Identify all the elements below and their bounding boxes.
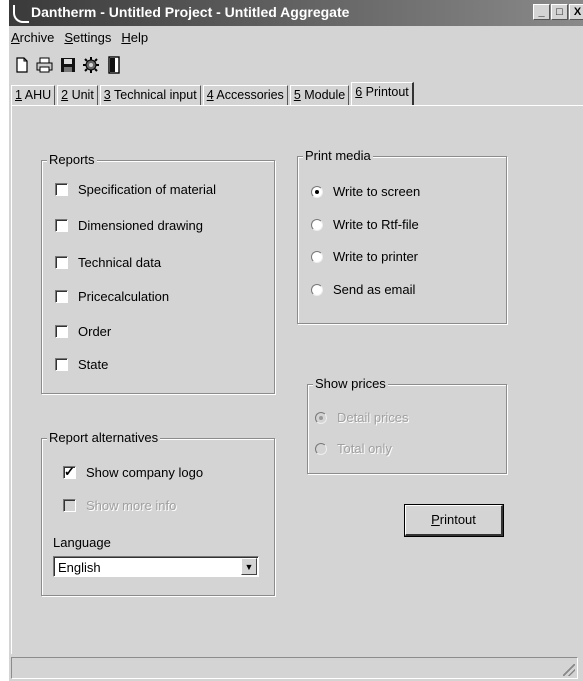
title-bar[interactable]: Dantherm - Untitled Project - Untitled A… xyxy=(9,0,583,26)
report-state[interactable]: State xyxy=(55,357,108,372)
radio-label: Send as email xyxy=(333,282,416,297)
checkbox[interactable] xyxy=(63,464,76,480)
print-media-group: Print media xyxy=(297,148,507,324)
new-document-icon[interactable] xyxy=(11,54,33,76)
show-prices-detail-prices[interactable]: Detail prices xyxy=(315,410,409,425)
checkbox[interactable] xyxy=(55,219,68,232)
close-button[interactable]: X xyxy=(569,4,583,20)
tab-ahu[interactable]: 1 AHU xyxy=(11,85,56,105)
language-label: Language xyxy=(53,535,111,550)
report-specification-of-material[interactable]: Specification of material xyxy=(55,182,216,197)
print-media-write-to-rtf-file[interactable]: Write to Rtf-file xyxy=(311,217,419,232)
dropdown-arrow-icon[interactable]: ▼ xyxy=(241,558,257,575)
radio-button[interactable] xyxy=(315,411,327,424)
print-media-group-title: Print media xyxy=(303,148,373,163)
checkbox[interactable] xyxy=(55,290,68,303)
radio-label: Total only xyxy=(337,441,392,456)
application-window: Dantherm - Untitled Project - Untitled A… xyxy=(8,0,583,681)
report-pricecalculation[interactable]: Pricecalculation xyxy=(55,289,169,304)
settings-gear-icon[interactable] xyxy=(80,54,102,76)
checkbox-label: Specification of material xyxy=(78,182,217,197)
menu-archive[interactable]: Archive xyxy=(11,30,54,50)
checkbox-label: Show company logo xyxy=(86,465,204,480)
checkbox[interactable] xyxy=(55,256,68,269)
show-company-logo-option[interactable]: Show company logo xyxy=(63,464,204,480)
report-alternatives-group-title: Report alternatives xyxy=(47,430,161,445)
printout-button[interactable]: Printout xyxy=(404,504,504,537)
report-order[interactable]: Order xyxy=(55,324,111,339)
tab-accessories[interactable]: 4 Accessories xyxy=(202,85,288,105)
language-select[interactable]: English ▼ xyxy=(53,556,259,577)
radio-button[interactable] xyxy=(311,250,323,263)
report-technical-data[interactable]: Technical data xyxy=(55,255,161,270)
show-more-info-option[interactable]: Show more info xyxy=(63,498,176,513)
show-prices-group-title: Show prices xyxy=(313,376,388,391)
radio-button[interactable] xyxy=(311,283,323,296)
report-dimensioned-drawing[interactable]: Dimensioned drawing xyxy=(55,218,203,233)
menu-help[interactable]: Help xyxy=(121,30,148,50)
status-bar xyxy=(11,657,578,679)
menu-bar: Archive Settings Help xyxy=(11,30,158,50)
checkbox-label: Dimensioned drawing xyxy=(78,218,204,233)
radio-label: Write to Rtf-file xyxy=(333,217,419,232)
reports-group-title: Reports xyxy=(47,152,97,167)
checkbox-label: State xyxy=(78,357,109,372)
maximize-button[interactable]: □ xyxy=(551,4,568,20)
checkbox-label: Technical data xyxy=(78,255,162,270)
radio-label: Write to printer xyxy=(333,249,419,264)
checkbox-label: Show more info xyxy=(86,498,177,513)
tab-printout[interactable]: 6 Printout xyxy=(351,82,414,105)
show-prices-group: Show prices xyxy=(307,376,507,474)
window-title: Dantherm - Untitled Project - Untitled A… xyxy=(31,4,350,20)
radio-label: Write to screen xyxy=(333,184,421,199)
checkbox[interactable] xyxy=(55,325,68,338)
radio-button[interactable] xyxy=(311,218,323,231)
print-media-write-to-screen[interactable]: Write to screen xyxy=(311,184,420,199)
menu-settings[interactable]: Settings xyxy=(64,30,111,50)
resize-grip-icon[interactable] xyxy=(563,664,575,676)
save-icon[interactable] xyxy=(57,54,79,76)
radio-button[interactable] xyxy=(311,185,323,198)
language-select-value: English xyxy=(58,560,101,575)
exit-door-icon[interactable] xyxy=(103,54,125,76)
checkbox[interactable] xyxy=(55,183,68,196)
checkbox[interactable] xyxy=(55,358,68,371)
print-preview-icon[interactable] xyxy=(34,54,56,76)
checkbox-label: Pricecalculation xyxy=(78,289,170,304)
print-media-write-to-printer[interactable]: Write to printer xyxy=(311,249,418,264)
toolbar xyxy=(11,53,126,77)
radio-button[interactable] xyxy=(315,442,327,455)
tab-technical-input[interactable]: 3 Technical input xyxy=(99,85,201,105)
tab-module[interactable]: 5 Module xyxy=(289,85,350,105)
app-icon xyxy=(13,5,29,23)
minimize-button[interactable]: _ xyxy=(533,4,550,20)
tab-unit[interactable]: 2 Unit xyxy=(57,85,98,105)
checkbox[interactable] xyxy=(63,499,76,512)
checkbox-label: Order xyxy=(78,324,112,339)
print-media-send-as-email[interactable]: Send as email xyxy=(311,282,415,297)
show-prices-total-only[interactable]: Total only xyxy=(315,441,392,456)
radio-label: Detail prices xyxy=(337,410,409,425)
tab-strip: 1 AHU 2 Unit 3 Technical input 4 Accesso… xyxy=(11,82,416,105)
